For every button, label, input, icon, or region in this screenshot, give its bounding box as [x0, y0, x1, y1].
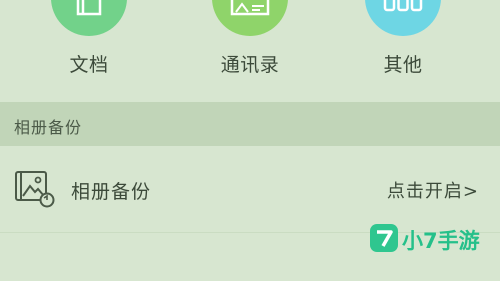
category-row: 文档 通讯录 其他: [0, 0, 500, 102]
other-icon-circle: [365, 0, 441, 36]
enable-backup-link[interactable]: 点击开启>: [387, 177, 479, 203]
category-contacts[interactable]: 通讯录: [190, 0, 310, 102]
contact-card-icon: [230, 0, 270, 16]
more-icon: [383, 0, 423, 12]
contacts-icon-circle: [212, 0, 288, 36]
watermark-badge-icon: [370, 224, 398, 252]
section-header-album-backup: 相册备份: [0, 102, 500, 146]
category-other[interactable]: 其他: [343, 0, 463, 102]
backup-screen: 文档 通讯录 其他 相册备份 相册备份 点击开启> 小7手游: [0, 0, 500, 281]
album-backup-label: 相册备份: [71, 181, 152, 203]
category-contacts-label: 通讯录: [220, 54, 280, 76]
documents-icon-circle: [51, 0, 127, 36]
seven-glyph-icon: [377, 230, 393, 247]
watermark-text: 小7手游: [402, 229, 480, 253]
album-backup-row[interactable]: 相册备份 点击开启>: [0, 146, 500, 232]
category-documents[interactable]: 文档: [29, 0, 149, 102]
watermark-logo: 小7手游: [370, 224, 480, 256]
category-other-label: 其他: [383, 54, 423, 76]
section-title: 相册备份: [14, 118, 83, 137]
photo-sync-icon: [15, 171, 55, 208]
document-icon: [76, 0, 102, 16]
category-documents-label: 文档: [69, 54, 109, 76]
